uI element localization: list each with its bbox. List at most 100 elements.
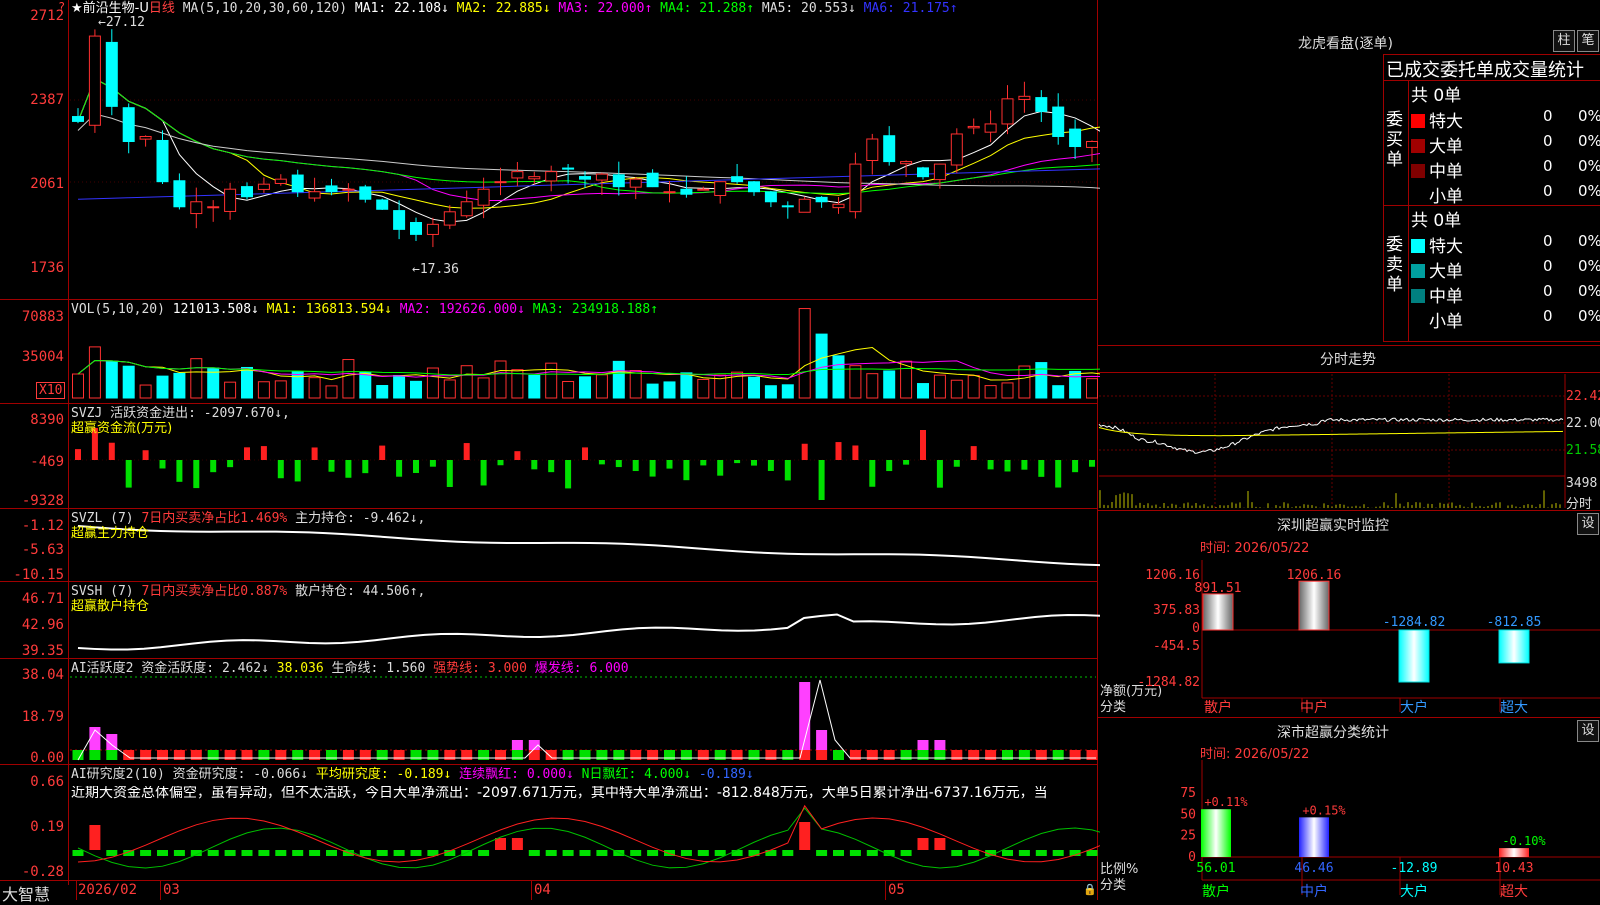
volume-bar bbox=[274, 380, 287, 399]
fund-flow-bar bbox=[277, 460, 284, 479]
volume-bar bbox=[1018, 365, 1031, 399]
research-bar bbox=[359, 850, 371, 856]
tick-mode-button[interactable]: 笔 bbox=[1577, 30, 1599, 52]
fund-flow-bar bbox=[565, 460, 572, 489]
cls-time: 时间: 2026/05/22 bbox=[1200, 747, 1310, 762]
candle-body bbox=[883, 135, 896, 163]
cls-bar-中户 bbox=[1299, 817, 1329, 857]
buy-side-label: 委买单 bbox=[1386, 110, 1403, 170]
divider bbox=[1098, 372, 1600, 373]
vol-ma-line-1 bbox=[77, 347, 1100, 381]
order-pct-value: 0% bbox=[1578, 282, 1600, 300]
research-bar bbox=[697, 850, 709, 856]
color-swatch bbox=[1411, 239, 1425, 253]
ticker-name[interactable]: ★前沿生物-U bbox=[71, 1, 149, 16]
candle-body bbox=[139, 135, 152, 140]
candle-body bbox=[460, 201, 473, 217]
lock-icon[interactable]: 🔒 bbox=[1083, 883, 1097, 896]
bar-mode-button[interactable]: 柱 bbox=[1553, 30, 1575, 52]
candle-body bbox=[156, 139, 169, 183]
divider bbox=[1383, 341, 1600, 342]
candle-body bbox=[917, 167, 929, 178]
volume-bar bbox=[426, 367, 439, 399]
activity-burst-bar bbox=[917, 740, 929, 750]
volume-bar bbox=[781, 384, 794, 399]
fund-flow-bar bbox=[429, 460, 436, 467]
sz-time: 时间: 2026/05/22 bbox=[1200, 541, 1310, 556]
order-count-value: 0 bbox=[1543, 282, 1553, 300]
color-swatch bbox=[1411, 164, 1425, 178]
cls-bar-change: -0.10% bbox=[1502, 834, 1546, 848]
ai-research-ytick: 0.19 bbox=[30, 819, 64, 835]
color-swatch bbox=[1411, 139, 1425, 153]
volume-bar bbox=[917, 383, 929, 399]
x-axis-tick bbox=[531, 881, 532, 900]
research-bar bbox=[207, 850, 219, 856]
candle-body bbox=[122, 107, 135, 143]
sz-settings-button[interactable]: 设 bbox=[1577, 513, 1599, 535]
research-bar bbox=[900, 850, 912, 856]
research-bar bbox=[495, 838, 506, 850]
fund-flow-bar bbox=[463, 443, 470, 460]
main-force-line bbox=[77, 525, 1100, 567]
volume-bar bbox=[460, 365, 473, 399]
candle-body bbox=[798, 198, 811, 213]
volume-bar bbox=[139, 384, 152, 399]
period-label[interactable]: 日线 bbox=[149, 1, 175, 16]
svzl-header: SVZL (7) 7日内买卖净占比1.469% 主力持仓: -9.462↓, bbox=[71, 511, 426, 526]
candle-body bbox=[1001, 98, 1014, 125]
svsh-header: SVSH (7) 7日内买卖净占比0.887% 散户持仓: 44.506↑, bbox=[71, 584, 426, 599]
research-line-green bbox=[77, 807, 1100, 869]
research-bar bbox=[511, 838, 523, 850]
order-type-label: 中单 bbox=[1429, 287, 1463, 307]
research-bar bbox=[1002, 850, 1013, 856]
fund-flow-bar bbox=[615, 460, 622, 468]
fund-flow-bar bbox=[598, 460, 605, 465]
sell-row-0: 特大 bbox=[1411, 232, 1463, 257]
volume-bar bbox=[1035, 362, 1048, 399]
research-bar bbox=[140, 850, 152, 856]
sell-side-label: 委卖单 bbox=[1386, 235, 1403, 295]
candle-body bbox=[257, 183, 270, 190]
ai-active-ytick: 18.79 bbox=[21, 709, 64, 725]
cls-bar-value: 56.01 bbox=[1196, 861, 1235, 876]
fund-flow-bar bbox=[936, 460, 943, 488]
sz-bar-value: -1284.82 bbox=[1383, 615, 1446, 630]
cls-category-label: 散户 bbox=[1202, 883, 1230, 900]
ma-value-6: MA6: 21.175↑ bbox=[855, 1, 958, 16]
volume-bar bbox=[849, 365, 862, 399]
vol-ytick: 70883 bbox=[21, 309, 64, 325]
buy-count: 共 0单 bbox=[1411, 86, 1462, 106]
sz-bar-value: 891.51 bbox=[1195, 581, 1242, 596]
cls-bar-超大 bbox=[1499, 848, 1529, 857]
order-type-label: 小单 bbox=[1429, 187, 1463, 207]
research-bar bbox=[816, 850, 828, 856]
x-axis-date: 03 bbox=[163, 882, 180, 898]
candle-body bbox=[697, 188, 710, 191]
sell-count: 共 0单 bbox=[1411, 211, 1462, 231]
x-axis-date: 04 bbox=[534, 882, 551, 898]
candle-body bbox=[731, 176, 744, 183]
fund-flow-bar bbox=[886, 460, 893, 472]
volume-bar bbox=[1086, 378, 1098, 399]
order-pct-value: 0% bbox=[1578, 232, 1600, 250]
ma-value-5: MA5: 20.553↓ bbox=[754, 1, 856, 16]
fund-flow-bar bbox=[142, 450, 149, 460]
low-price-label: ←17.36 bbox=[412, 262, 459, 277]
order-count-value: 0 bbox=[1543, 182, 1553, 200]
sz-ytick: 375.83 bbox=[1153, 603, 1200, 618]
svzl-ytick: -10.15 bbox=[13, 567, 64, 583]
candle-body bbox=[629, 178, 642, 188]
svzl-ytick: -1.12 bbox=[21, 518, 64, 534]
candle-body bbox=[325, 185, 338, 193]
order-count-value: 0 bbox=[1543, 257, 1553, 275]
order-count-value: 0 bbox=[1543, 107, 1553, 125]
candle-body bbox=[950, 133, 963, 166]
research-bar bbox=[951, 850, 963, 856]
fund-flow-bar bbox=[244, 447, 250, 460]
volume-bar bbox=[325, 385, 338, 399]
research-bar bbox=[1035, 850, 1047, 856]
cls-settings-button[interactable]: 设 bbox=[1577, 720, 1599, 742]
ma-value-1: MA1: 22.108↓ bbox=[354, 1, 449, 16]
svzj-subtitle: 超赢资金流(万元) bbox=[71, 421, 173, 436]
